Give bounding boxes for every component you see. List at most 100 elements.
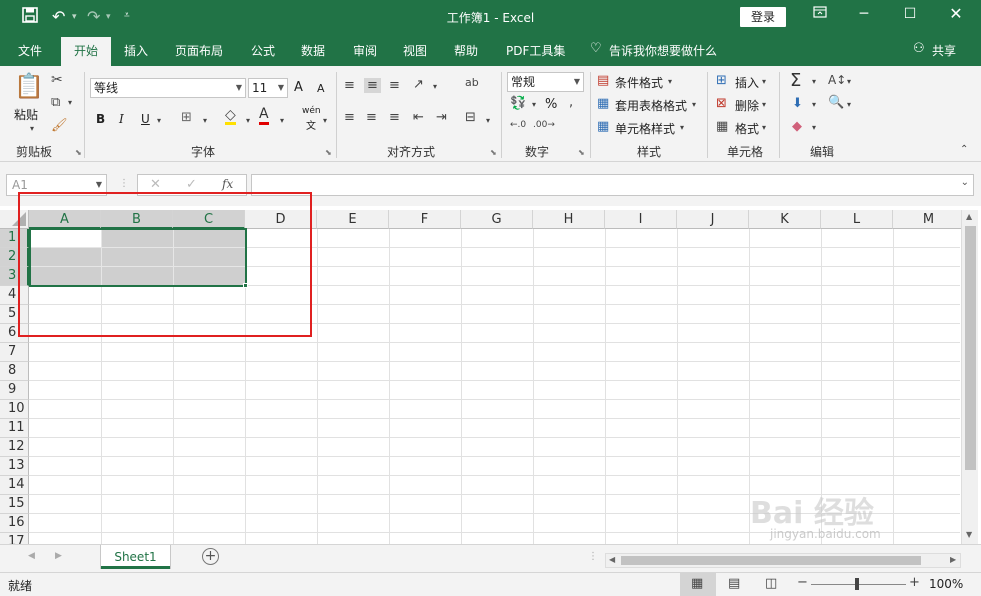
percent-button[interactable]: % (545, 97, 557, 112)
tab-insert[interactable]: 插入 (124, 42, 148, 59)
font-color-icon[interactable]: A (259, 107, 269, 125)
copy-icon[interactable]: ⧉ (51, 95, 60, 110)
align-top-icon[interactable]: ≡ (344, 78, 355, 93)
align-right-icon[interactable]: ≡ (389, 110, 400, 125)
decrease-indent-icon[interactable]: ⇤ (413, 110, 424, 125)
zoom-level[interactable]: 100% (929, 577, 963, 591)
tab-data[interactable]: 数据 (301, 42, 325, 59)
column-header-i[interactable]: I (605, 210, 677, 229)
align-left-icon[interactable]: ≡ (344, 110, 355, 125)
column-header-k[interactable]: K (749, 210, 821, 229)
row-header-16[interactable]: 16 (0, 514, 29, 533)
row-header-7[interactable]: 7 (0, 343, 29, 362)
currency-icon[interactable]: 💱 (510, 96, 526, 111)
row-header-15[interactable]: 15 (0, 495, 29, 514)
split-handle-icon[interactable]: ⋮ (588, 551, 598, 562)
add-sheet-icon[interactable]: + (202, 548, 219, 565)
zoom-slider-thumb[interactable] (855, 578, 859, 590)
close-icon[interactable]: ✕ (941, 4, 971, 23)
minimize-icon[interactable]: ─ (849, 6, 879, 22)
column-header-j[interactable]: J (677, 210, 749, 229)
scroll-down-icon[interactable]: ▼ (966, 530, 972, 539)
cell-styles-button[interactable]: 单元格样式 (615, 120, 675, 137)
italic-button[interactable]: I (119, 112, 124, 126)
decrease-decimal-icon[interactable]: .00→ (533, 120, 555, 130)
clear-icon[interactable]: ◆ (792, 119, 802, 134)
row-header-14[interactable]: 14 (0, 476, 29, 495)
row-header-10[interactable]: 10 (0, 400, 29, 419)
underline-button[interactable]: U (141, 112, 150, 126)
column-header-l[interactable]: L (821, 210, 893, 229)
scroll-up-icon[interactable]: ▲ (966, 212, 972, 221)
row-header-13[interactable]: 13 (0, 457, 29, 476)
vertical-scroll-thumb[interactable] (965, 226, 976, 470)
autosum-icon[interactable]: Σ (790, 70, 801, 91)
phonetic-dropdown-icon[interactable]: ▾ (323, 116, 327, 125)
border-icon[interactable]: ⊞ (181, 110, 192, 125)
sheet-tab-sheet1[interactable]: Sheet1 (101, 545, 170, 569)
tab-view[interactable]: 视图 (403, 42, 427, 59)
find-select-icon[interactable]: 🔍 (828, 95, 844, 110)
copy-dropdown-icon[interactable]: ▾ (68, 98, 72, 107)
increase-indent-icon[interactable]: ⇥ (436, 110, 447, 125)
fill-color-icon[interactable]: ◇ (225, 108, 236, 125)
formula-input[interactable]: ⌄ (251, 174, 974, 196)
paste-dropdown-icon[interactable]: ▾ (30, 124, 34, 133)
delete-dropdown-icon[interactable]: ▾ (762, 100, 766, 109)
login-button[interactable]: 登录 (740, 7, 786, 27)
phonetic-button[interactable]: wén (302, 106, 321, 116)
format-as-table-button[interactable]: 套用表格格式 (615, 97, 687, 114)
column-header-g[interactable]: G (461, 210, 533, 229)
tab-page-layout[interactable]: 页面布局 (175, 42, 223, 59)
cell-styles-dropdown-icon[interactable]: ▾ (680, 123, 684, 132)
underline-dropdown-icon[interactable]: ▾ (157, 116, 161, 125)
row-header-8[interactable]: 8 (0, 362, 29, 381)
align-middle-icon[interactable]: ≡ (364, 78, 381, 93)
comma-style-icon[interactable]: , (569, 95, 573, 110)
horizontal-scrollbar[interactable]: ◀ ▶ (605, 553, 961, 568)
alignment-launcher-icon[interactable]: ⬊ (490, 148, 497, 157)
prev-sheet-icon[interactable]: ◀ (28, 551, 35, 561)
clipboard-launcher-icon[interactable]: ⬊ (75, 148, 82, 157)
page-layout-view-icon[interactable]: ▤ (728, 576, 740, 591)
row-header-12[interactable]: 12 (0, 438, 29, 457)
conditional-format-button[interactable]: 条件格式 (615, 74, 663, 91)
tell-me-search[interactable]: 告诉我你想要做什么 (609, 42, 717, 59)
sort-filter-icon[interactable]: A↕ (828, 73, 846, 87)
number-format-select[interactable]: 常规 ▼ (507, 72, 584, 92)
delete-cells-button[interactable]: 删除 (735, 97, 759, 114)
normal-view-button[interactable]: ▦ (680, 573, 716, 596)
tab-help[interactable]: 帮助 (454, 42, 478, 59)
next-sheet-icon[interactable]: ▶ (55, 551, 62, 561)
clear-dropdown-icon[interactable]: ▾ (812, 123, 816, 132)
format-cells-button[interactable]: 格式 (735, 120, 759, 137)
orientation-icon[interactable]: ↗ (413, 77, 424, 92)
row-header-17[interactable]: 17 (0, 533, 29, 544)
grow-font-button[interactable]: A (294, 80, 303, 95)
shrink-font-button[interactable]: A (317, 82, 325, 95)
tab-formulas[interactable]: 公式 (251, 42, 275, 59)
font-name-select[interactable]: 等线 ▼ (90, 78, 246, 98)
format-painter-icon[interactable]: 🖌 (51, 118, 68, 133)
expand-formula-icon[interactable]: ⌄ (961, 177, 969, 188)
bold-button[interactable]: B (96, 112, 105, 126)
merge-center-icon[interactable]: ⊟ (465, 110, 476, 125)
format-dropdown-icon[interactable]: ▾ (762, 123, 766, 132)
vertical-scrollbar[interactable]: ▲ ▼ (961, 210, 978, 544)
cancel-icon[interactable]: ✕ (150, 177, 161, 192)
tab-pdf-tools[interactable]: PDF工具集 (506, 42, 565, 59)
currency-dropdown-icon[interactable]: ▾ (532, 100, 536, 109)
insert-dropdown-icon[interactable]: ▾ (762, 77, 766, 86)
column-header-e[interactable]: E (317, 210, 389, 229)
tab-file[interactable]: 文件 (18, 42, 42, 59)
page-break-view-icon[interactable]: ◫ (765, 576, 777, 591)
column-header-h[interactable]: H (533, 210, 605, 229)
font-launcher-icon[interactable]: ⬊ (325, 148, 332, 157)
share-button[interactable]: 共享 (932, 42, 956, 59)
autosum-dropdown-icon[interactable]: ▾ (812, 77, 816, 86)
fill-dropdown-icon[interactable]: ▾ (812, 100, 816, 109)
scroll-left-icon[interactable]: ◀ (609, 555, 615, 564)
sort-filter-dropdown-icon[interactable]: ▾ (847, 77, 851, 86)
enter-icon[interactable]: ✓ (186, 177, 197, 192)
conditional-format-dropdown-icon[interactable]: ▾ (668, 77, 672, 86)
